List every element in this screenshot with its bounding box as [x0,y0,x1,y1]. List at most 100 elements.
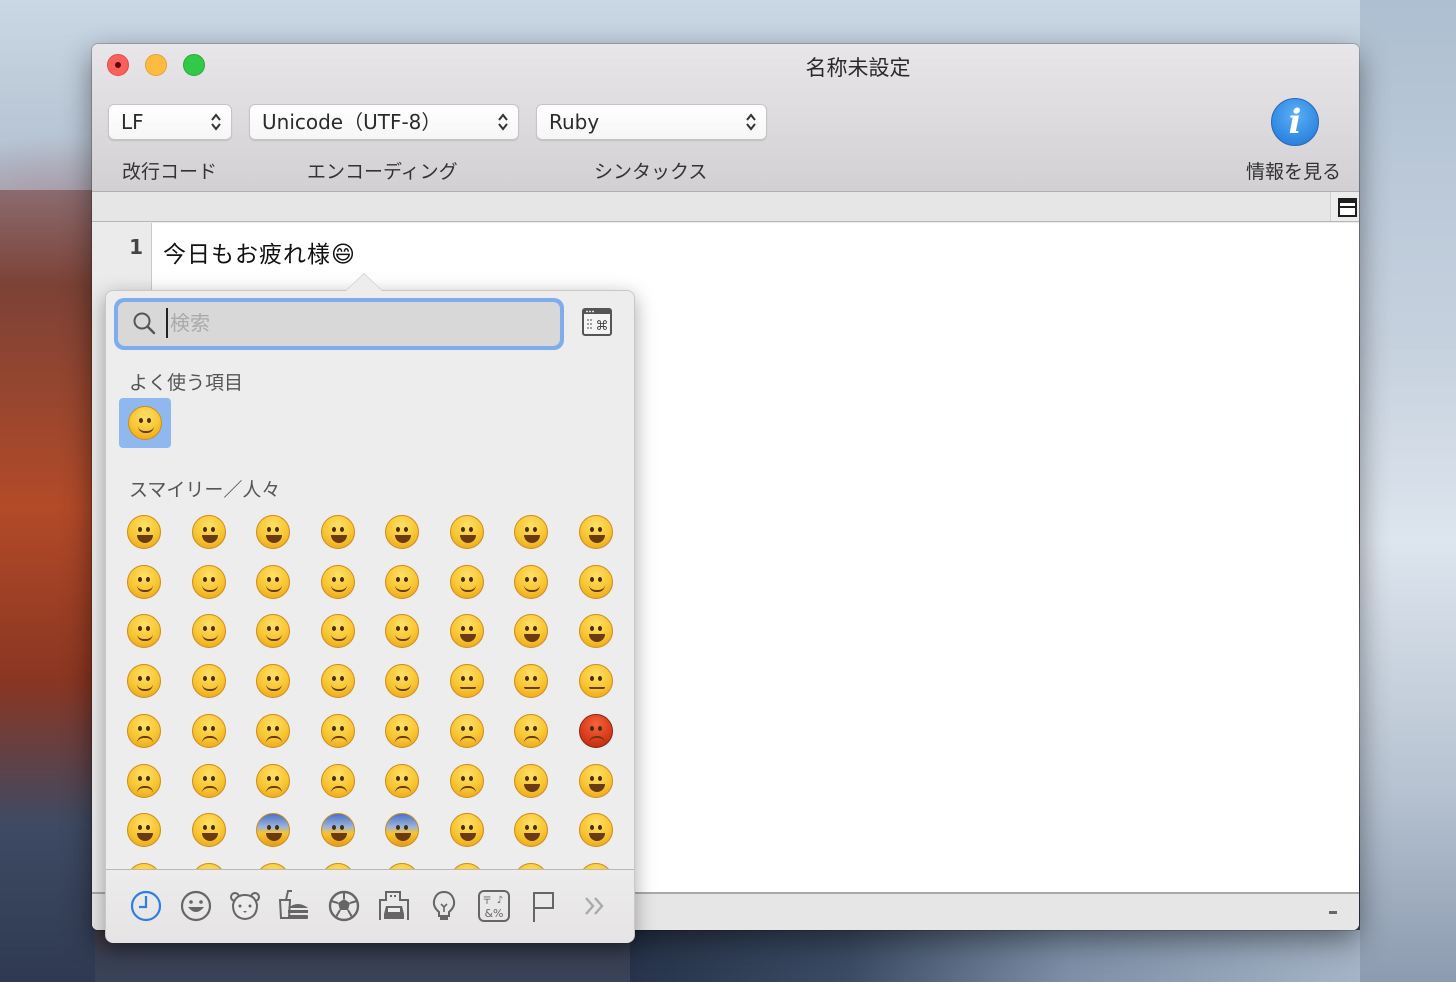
category-symbols[interactable]: 〒 ♪ &% [476,888,512,924]
emoji-item[interactable] [370,557,434,607]
emoji-item[interactable] [241,606,305,656]
emoji-item[interactable] [241,805,305,855]
emoji-item[interactable] [241,855,305,869]
category-objects[interactable] [426,888,462,924]
desktop-wallpaper-bottom [630,930,1360,982]
desktop-wallpaper-right [1360,0,1456,982]
emoji-item[interactable] [499,706,563,756]
emoji-item[interactable] [435,706,499,756]
frequently-used-emoji[interactable] [119,398,171,448]
line-ending-select[interactable]: LF [108,104,232,140]
emoji-item[interactable] [112,855,176,869]
emoji-item[interactable] [177,756,241,806]
emoji-item[interactable] [177,557,241,607]
emoji-item[interactable] [177,656,241,706]
category-food-drink[interactable] [276,888,312,924]
emoji-item[interactable] [370,756,434,806]
svg-text:♪: ♪ [497,895,503,906]
emoji-item[interactable] [306,756,370,806]
emoji-item[interactable] [564,756,628,806]
emoji-item[interactable] [435,557,499,607]
emoji-face-icon [191,564,226,599]
emoji-item[interactable] [112,507,176,557]
emoji-item[interactable] [370,606,434,656]
emoji-item[interactable] [435,756,499,806]
emoji-item[interactable] [112,606,176,656]
emoji-item[interactable] [435,855,499,869]
emoji-item[interactable] [241,507,305,557]
emoji-item[interactable] [499,756,563,806]
emoji-item[interactable] [370,805,434,855]
emoji-item[interactable] [370,855,434,869]
emoji-item[interactable] [241,656,305,706]
search-input[interactable] [166,308,546,338]
syntax-select[interactable]: Ruby [536,104,767,140]
emoji-face-icon [578,614,613,649]
category-animals-nature[interactable] [227,888,263,924]
emoji-item[interactable] [306,855,370,869]
split-editor-button[interactable] [1330,192,1359,221]
line-number: 1 [129,235,143,259]
emoji-face-icon [256,564,290,599]
emoji-item[interactable] [370,656,434,706]
emoji-item[interactable] [499,606,563,656]
category-flags[interactable] [526,888,562,924]
emoji-item[interactable] [177,706,241,756]
emoji-item[interactable] [177,855,241,869]
symbols-icon: 〒 ♪&% [478,890,510,922]
encoding-select[interactable]: Unicode（UTF-8） [249,104,519,140]
emoji-item[interactable] [306,706,370,756]
text-line[interactable]: 今日もお疲れ様😄 [163,235,356,269]
emoji-item[interactable] [306,557,370,607]
emoji-item[interactable] [177,606,241,656]
emoji-item[interactable] [112,756,176,806]
character-viewer-icon[interactable]: ⌘ [582,308,612,336]
category-smileys-people[interactable] [178,888,214,924]
emoji-item[interactable] [435,656,499,706]
emoji-item[interactable] [435,507,499,557]
category-activity[interactable] [326,888,362,924]
emoji-item[interactable] [370,706,434,756]
emoji-item[interactable] [306,805,370,855]
emoji-face-icon [578,515,613,549]
emoji-item[interactable] [241,557,305,607]
emoji-item[interactable] [306,656,370,706]
navigation-bar [92,192,1359,222]
emoji-item[interactable] [564,606,628,656]
emoji-item[interactable] [112,706,176,756]
emoji-item[interactable] [370,507,434,557]
emoji-item[interactable] [112,805,176,855]
emoji-item[interactable] [564,805,628,855]
food-icon [278,890,308,919]
emoji-face-icon [320,515,355,549]
emoji-item[interactable] [499,855,563,869]
info-label[interactable]: 情報を見る [1246,157,1341,184]
emoji-item[interactable] [435,805,499,855]
emoji-item[interactable] [499,656,563,706]
emoji-item[interactable] [499,507,563,557]
emoji-item[interactable] [564,706,628,756]
emoji-item[interactable] [499,557,563,607]
category-travel-places[interactable] [376,888,412,924]
emoji-item[interactable] [177,805,241,855]
emoji-item[interactable] [241,706,305,756]
emoji-item[interactable] [306,606,370,656]
emoji-item[interactable] [564,656,628,706]
emoji-item[interactable] [112,656,176,706]
emoji-item[interactable] [564,557,628,607]
emoji-face-icon [514,813,548,848]
info-icon[interactable]: i [1271,98,1319,146]
emoji-item[interactable] [241,756,305,806]
emoji-item[interactable] [435,606,499,656]
emoji-item[interactable] [177,507,241,557]
emoji-item[interactable] [564,855,628,869]
emoji-item[interactable] [306,507,370,557]
category-more[interactable] [576,888,612,924]
emoji-face-icon [514,713,548,748]
category-recent[interactable] [128,888,164,924]
syntax-value: Ruby [549,110,600,134]
emoji-item[interactable] [499,805,563,855]
emoji-item[interactable] [564,507,628,557]
emoji-item[interactable] [112,557,176,607]
search-field[interactable] [118,302,560,346]
